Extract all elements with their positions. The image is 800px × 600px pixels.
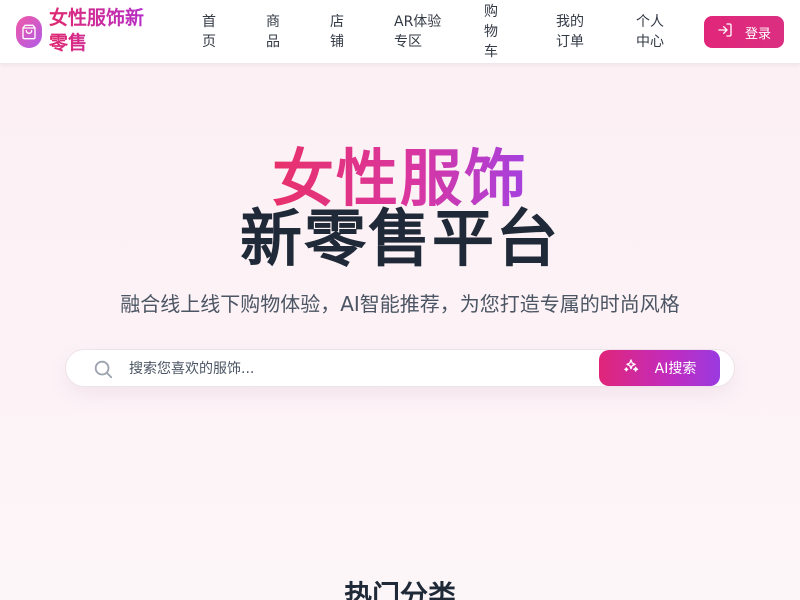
search-icon	[92, 358, 114, 380]
login-button[interactable]: 登录	[704, 16, 784, 48]
nav-item-ar-experience[interactable]: AR体验专区	[394, 12, 442, 52]
nav-item-orders[interactable]: 我的订单	[556, 12, 586, 52]
nav-item-stores[interactable]: 店铺	[330, 12, 346, 52]
sparkles-icon	[623, 358, 639, 378]
search-input[interactable]	[129, 358, 589, 380]
nav-item-profile[interactable]: 个人中心	[636, 12, 666, 52]
hero-subtitle: 融合线上线下购物体验，AI智能推荐，为您打造专属的时尚风格	[120, 292, 680, 316]
nav-item-cart[interactable]: 购物车	[484, 2, 500, 62]
login-icon	[717, 22, 733, 42]
search-bar: AI搜索	[65, 349, 735, 387]
ai-search-button[interactable]: AI搜索	[599, 350, 720, 386]
nav-item-products[interactable]: 商品	[266, 12, 282, 52]
nav-item-home[interactable]: 首页	[202, 12, 218, 52]
hero-section: 女性服饰 新零售平台 融合线上线下购物体验，AI智能推荐，为您打造专属的时尚风格…	[0, 64, 800, 600]
top-navbar: 女性服饰新零售 首页 商品 店铺 AR体验专区 购物车 我的订单 个人中心 登录	[0, 0, 800, 64]
shopping-bag-icon[interactable]	[16, 16, 42, 48]
ai-search-label: AI搜索	[654, 361, 697, 377]
brand-name[interactable]: 女性服饰新零售	[49, 6, 161, 56]
hero-title-line2: 新零售平台	[239, 202, 560, 275]
login-label: 登录	[744, 26, 771, 42]
hot-categories-title: 热门分类	[343, 579, 456, 600]
